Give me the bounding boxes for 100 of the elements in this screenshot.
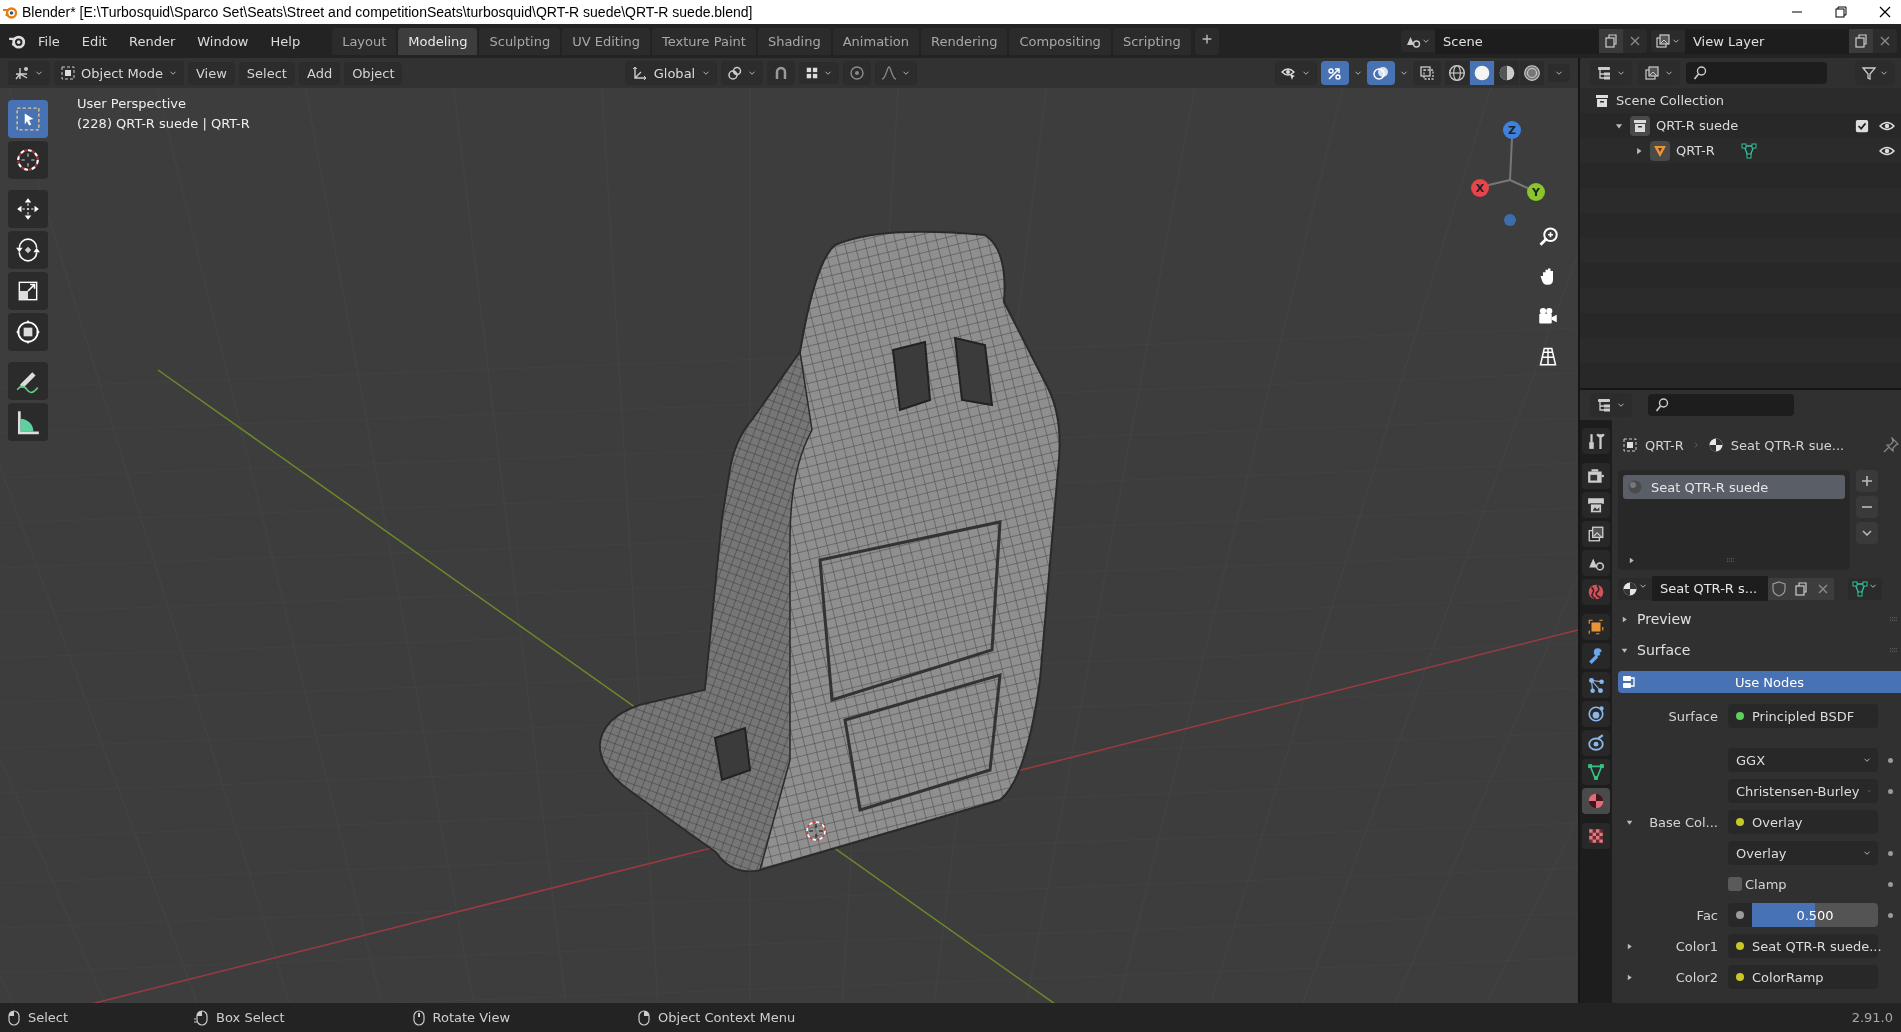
properties-tab[interactable]	[1582, 701, 1610, 727]
visibility-dropdown[interactable]	[1275, 61, 1317, 85]
scene-field[interactable]: Scene	[1435, 28, 1599, 54]
linked-input-field[interactable]: Overlay	[1728, 810, 1878, 834]
expand-triangle-icon[interactable]	[1627, 555, 1636, 565]
menu-item[interactable]: File	[28, 30, 70, 52]
tool-button[interactable]	[8, 141, 48, 179]
close-icon[interactable]	[1877, 4, 1893, 20]
duplicate-button[interactable]	[1599, 29, 1623, 53]
pin-icon[interactable]	[1883, 437, 1899, 453]
use-nodes-button[interactable]: Use Nodes	[1618, 671, 1901, 693]
properties-tab[interactable]	[1582, 492, 1610, 518]
falloff-dropdown[interactable]	[875, 61, 918, 85]
unlink-button[interactable]	[1873, 29, 1897, 53]
include-checkbox[interactable]	[1855, 118, 1869, 133]
workspace-tab[interactable]: Modeling	[398, 27, 478, 55]
workspace-tab[interactable]: UV Editing	[562, 27, 650, 55]
clamp-checkbox[interactable]: Clamp	[1728, 876, 1878, 892]
workspace-tab[interactable]: Rendering	[921, 27, 1008, 55]
value-slider[interactable]: 0.500	[1728, 903, 1878, 927]
search-field[interactable]	[1648, 394, 1794, 416]
linked-input-field[interactable]: Principled BSDF	[1728, 704, 1878, 728]
dropdown[interactable]: Overlay	[1728, 841, 1878, 865]
properties-tab[interactable]	[1582, 614, 1610, 640]
properties-tab[interactable]	[1582, 730, 1610, 756]
tool-button[interactable]	[8, 403, 48, 441]
remove-slot-button[interactable]	[1856, 496, 1878, 518]
properties-tab[interactable]	[1582, 550, 1610, 576]
menu-item[interactable]: Window	[187, 30, 259, 52]
dropdown[interactable]: Christensen-Burley	[1728, 779, 1878, 803]
overlays-toggle[interactable]	[1367, 61, 1395, 85]
workspace-tab[interactable]: Sculpting	[479, 27, 561, 55]
unlink-button[interactable]	[1812, 577, 1834, 600]
properties-tab[interactable]	[1582, 759, 1610, 785]
restore-icon[interactable]	[1833, 4, 1849, 20]
panel-title[interactable]: Preview	[1637, 611, 1692, 627]
mode-dropdown[interactable]: Object Mode	[54, 61, 184, 85]
menu-item[interactable]: View	[188, 61, 235, 85]
keyframe-dot-icon[interactable]	[1888, 788, 1893, 794]
linked-input-field[interactable]: ColorRamp	[1728, 965, 1878, 989]
duplicate-button[interactable]	[1849, 29, 1873, 53]
image-stack-dropdown[interactable]	[1651, 30, 1685, 52]
keyframe-dot-icon[interactable]	[1888, 912, 1893, 918]
menu-item[interactable]: Object	[344, 61, 403, 85]
disclosure-triangle-icon[interactable]	[1620, 614, 1629, 624]
view-layer-dropdown[interactable]	[1638, 61, 1680, 85]
workspace-tab[interactable]: Layout	[332, 27, 397, 55]
xray-toggle[interactable]	[1413, 61, 1441, 85]
properties-tab[interactable]	[1582, 788, 1610, 814]
tool-button[interactable]	[8, 231, 48, 269]
material-slot[interactable]: Seat QTR-R suede	[1623, 475, 1845, 499]
menu-item[interactable]: Select	[238, 61, 295, 85]
add-workspace-button[interactable]	[1194, 27, 1219, 55]
workspace-tab[interactable]: Compositing	[1009, 27, 1111, 55]
axis-handle[interactable]	[1527, 183, 1545, 201]
link-dropdown[interactable]	[1848, 577, 1882, 600]
fake-user-button[interactable]	[1768, 577, 1790, 600]
add-slot-button[interactable]	[1856, 470, 1878, 492]
menu-item[interactable]: Help	[260, 30, 311, 52]
menu-item[interactable]: Add	[298, 61, 341, 85]
snap-toggle[interactable]	[767, 61, 796, 85]
outliner-item[interactable]: QRT-R	[1676, 143, 1715, 158]
panel-title[interactable]: Surface	[1637, 642, 1691, 658]
properties-tab[interactable]	[1582, 672, 1610, 698]
dropdown[interactable]: GGX	[1728, 748, 1878, 772]
properties-tab[interactable]	[1582, 643, 1610, 669]
properties-tab[interactable]	[1582, 428, 1610, 454]
display-mode-dropdown[interactable]	[1590, 61, 1632, 85]
search-field[interactable]	[1686, 62, 1827, 84]
pivot-dropdown[interactable]	[721, 61, 764, 85]
axis-handle[interactable]	[1471, 179, 1489, 197]
properties-tab[interactable]	[1582, 521, 1610, 547]
outliner-item[interactable]: Scene Collection	[1616, 93, 1725, 108]
properties-tab[interactable]	[1582, 463, 1610, 489]
keyframe-dot-icon[interactable]	[1888, 757, 1893, 763]
workspace-tab[interactable]: Scripting	[1112, 27, 1191, 55]
gizmo-toggle[interactable]	[1321, 61, 1349, 85]
menu-item[interactable]: Render	[118, 30, 186, 52]
keyframe-dot-icon[interactable]	[1888, 850, 1893, 856]
tool-button[interactable]	[8, 362, 48, 400]
breadcrumb-item[interactable]: QRT-R	[1645, 437, 1684, 453]
tool-button[interactable]	[8, 272, 48, 310]
material-browse-dropdown[interactable]	[1618, 577, 1652, 600]
orientation-dropdown[interactable]: Global	[625, 61, 718, 85]
editor-type-dropdown[interactable]	[8, 61, 50, 85]
shading-button[interactable]	[1495, 61, 1519, 85]
outliner-item[interactable]: QRT-R suede	[1656, 118, 1739, 133]
scene-dropdown[interactable]	[1401, 30, 1435, 52]
workspace-tab[interactable]: Animation	[832, 27, 919, 55]
shading-button[interactable]	[1445, 61, 1469, 85]
material-name-field[interactable]: Seat QTR-R s...	[1652, 576, 1768, 601]
view-layer-field[interactable]: View Layer	[1685, 28, 1849, 54]
filter-dropdown[interactable]	[1855, 61, 1895, 85]
proportional-toggle[interactable]	[843, 61, 872, 85]
keyframe-dot-icon[interactable]	[1888, 881, 1893, 887]
workspace-tab[interactable]: Texture Paint	[652, 27, 756, 55]
properties-tab[interactable]	[1582, 823, 1610, 849]
workspace-tab[interactable]: Shading	[757, 27, 831, 55]
axis-handle[interactable]	[1503, 121, 1521, 139]
shading-button[interactable]	[1470, 61, 1494, 85]
